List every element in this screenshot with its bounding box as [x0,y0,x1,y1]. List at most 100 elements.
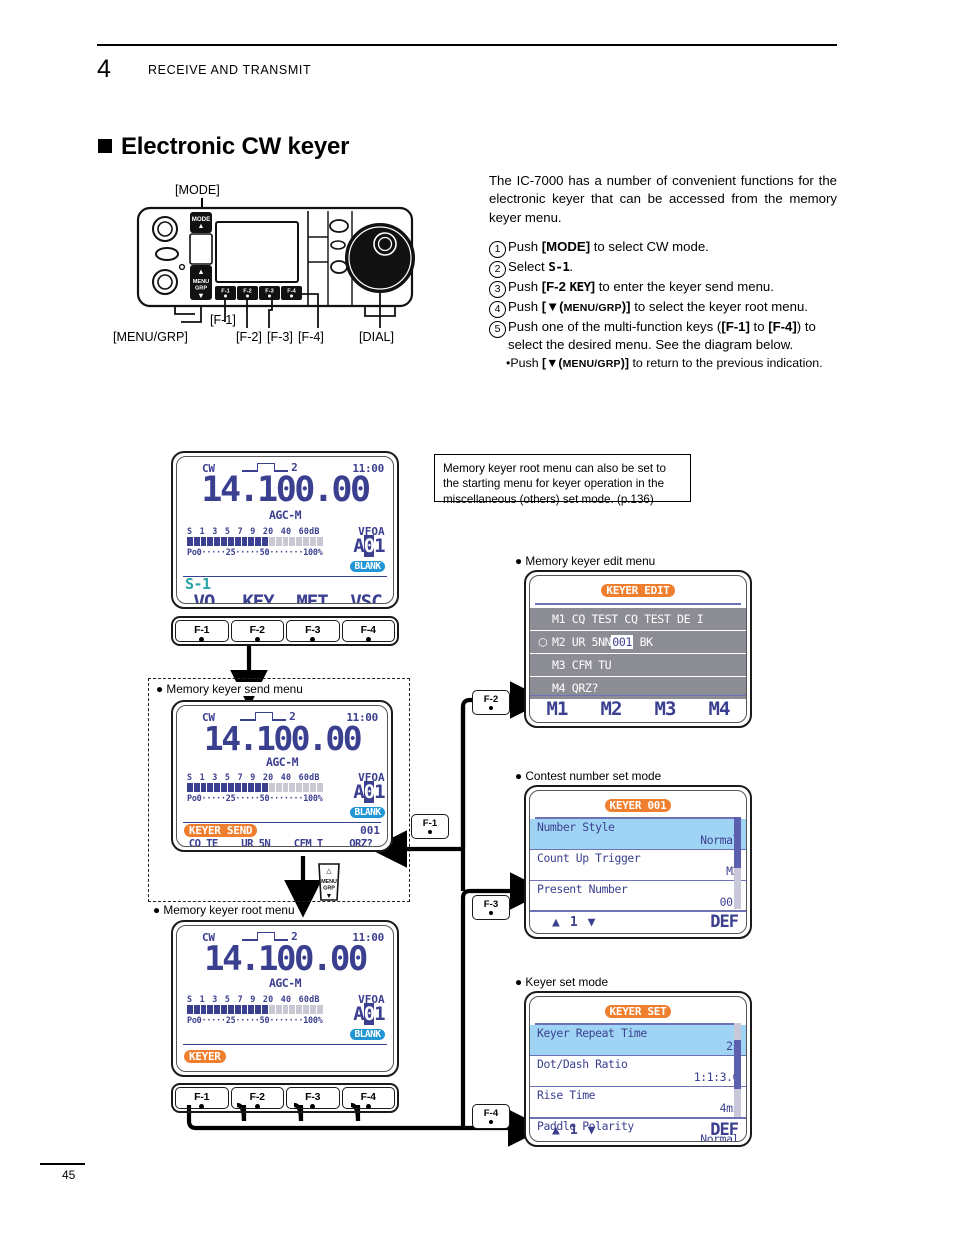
list-item: 4 Push [▼(MENU/GRP)] to select the keyer… [489,298,841,318]
softkey-row: VO KEY MET VSC [177,591,393,603]
step-number: 5 [489,321,506,338]
screen-title-bar: KEYER SET [530,997,746,1020]
memory-text: CFM TU [571,657,612,672]
softkey-m3[interactable]: M3 [638,698,692,720]
list-item: 3 Push [F-2 KEY] to enter the keyer send… [489,278,841,298]
scroll-down-icon[interactable]: ▼ [588,915,596,930]
svg-text:F-2: F-2 [243,289,251,295]
agc-indicator: AGC-M [268,508,302,522]
connector-tag-f4: F-4 [472,1104,510,1129]
softkey-vsc[interactable]: VSC [339,591,393,603]
frequency-readout: 14.100.00 [203,719,363,758]
s-meter-bargraph [187,1005,323,1014]
steps-list: 1 Push [MODE] to select CW mode. 2 Selec… [489,238,841,373]
keyer-send-badge: KEYER SEND [184,824,258,838]
header-rule [97,44,837,46]
scroll-up-icon[interactable]: ▲ [552,1123,560,1138]
f1-key[interactable]: F-1 [175,1087,229,1109]
memory-label: M2 [552,634,566,649]
function-key-strip-bottom: F-1 F-2 F-3 F-4 [171,1083,399,1113]
scroll-up-icon[interactable]: ▲ [552,915,560,930]
scroll-down-icon[interactable]: ▼ [588,1123,596,1138]
scrollbar[interactable] [734,1023,741,1117]
memory-channel: A01 [353,1003,386,1025]
svg-text:MODE: MODE [192,216,211,223]
table-row[interactable]: M3 CFM TU [530,653,746,677]
table-row[interactable]: Rise Time 4ms [530,1087,746,1118]
table-row[interactable]: Number Style Normal [530,818,746,850]
memory-label: M4 [552,680,566,695]
svg-text:F-1: F-1 [221,289,229,295]
lcd-keyer-send-screen: CW 2 11:00 14.100.00 AGC-M S 1 3 5 7 9 20 40 60d… [171,700,393,852]
keyer-badge: KEYER [184,1050,226,1064]
table-row[interactable]: Present Number 001 [530,881,746,912]
setting-label: Present Number [537,881,628,896]
softkey-met[interactable]: MET [285,591,339,603]
f1-key[interactable]: F-1 [175,620,229,642]
title-divider [535,603,741,605]
up-arrow-icon: ⬡ [538,635,548,649]
memory-text: CQ TEST CQ TEST DE I [571,611,704,626]
softkey-m1[interactable]: M1 [530,698,584,720]
svg-text:▼: ▼ [197,291,204,300]
caption-keyer-set: ● Keyer set mode [515,975,609,989]
table-row[interactable]: Dot/Dash Ratio 1:1:3.0 [530,1056,746,1087]
memory-channel: A01 [353,535,386,557]
radio-front-panel-illustration: MODE ▲ ▲ MENU GRP ▼ F-1 F-2 F-3 F-4 [112,182,442,352]
connector-tag-f3: F-3 [472,895,510,920]
keyer-memory-text-row: CQ TE UR 5N CFM T QRZ? [177,838,387,847]
step-number: 4 [489,301,506,318]
softkey-m4[interactable]: M4 [692,698,746,720]
softkey-def[interactable]: DEF [710,1120,739,1140]
menu-grp-button-illustration[interactable]: △ MENU GRP ▼ [315,862,343,902]
mem-text-4: QRZ? [349,838,373,847]
page-number: 45 [62,1168,76,1182]
f4-key[interactable]: F-4 [341,1087,395,1109]
step-text: Push [MODE] to select CW mode. [508,239,709,254]
table-row[interactable]: ⬡ M2 UR 5NN001 BK [530,630,746,654]
blank-badge: BLANK [350,1029,385,1040]
svg-text:F-3: F-3 [265,289,273,295]
connector-tag-f2: F-2 [472,690,510,715]
f2-key[interactable]: F-2 [230,620,284,642]
scrollbar[interactable] [734,817,741,909]
setting-value: 001 [719,894,740,909]
softkey-vo[interactable]: VO [177,591,231,603]
table-row[interactable]: Keyer Repeat Time 2s [530,1024,746,1056]
setting-value: 4ms [719,1100,740,1115]
f3-key[interactable]: F-3 [286,620,340,642]
setting-value: M2 [726,863,739,878]
step-value: 1 [569,1122,578,1138]
memory-text-tail: BK [633,634,654,649]
caption-contest-number: ● Contest number set mode [515,769,662,783]
softkey-def[interactable]: DEF [710,912,739,932]
memory-text: UR 5NN [571,634,612,649]
screen-title-bar: KEYER EDIT [530,576,746,599]
keyer-root-header: KEYER [177,1045,393,1065]
f3-key[interactable]: F-3 [286,1087,340,1109]
note-box: Memory keyer root menu can also be set t… [434,454,691,506]
section-title-text: Electronic CW keyer [121,133,350,160]
setting-value: Normal [700,832,739,847]
svg-text:MENU: MENU [193,279,209,285]
blank-badge: BLANK [350,561,385,572]
step-text: Select S-1. [508,259,574,274]
step-value: 1 [569,914,578,930]
footer-rule [40,1163,85,1165]
caption-send-menu: ● Memory keyer send menu [153,682,306,696]
chapter-title: RECEIVE AND TRANSMIT [148,63,312,77]
f4-key[interactable]: F-4 [341,620,395,642]
table-row[interactable]: Count Up Trigger M2 [530,850,746,881]
intro-paragraph: The IC-7000 has a number of convenient f… [489,173,837,225]
setting-label: Rise Time [537,1087,596,1102]
softkey-m2[interactable]: M2 [584,698,638,720]
setting-label: Count Up Trigger [537,850,641,865]
table-row[interactable]: M1 CQ TEST CQ TEST DE I [530,607,746,631]
softkey-key[interactable]: KEY [231,591,285,603]
contest-number: 001 [360,824,380,838]
memory-channel: A01 [353,781,386,803]
setting-label: Dot/Dash Ratio [537,1056,628,1071]
f2-key[interactable]: F-2 [230,1087,284,1109]
softkey-row: ▲ 1 ▼ DEF [530,910,746,933]
svg-text:▲: ▲ [197,267,204,276]
